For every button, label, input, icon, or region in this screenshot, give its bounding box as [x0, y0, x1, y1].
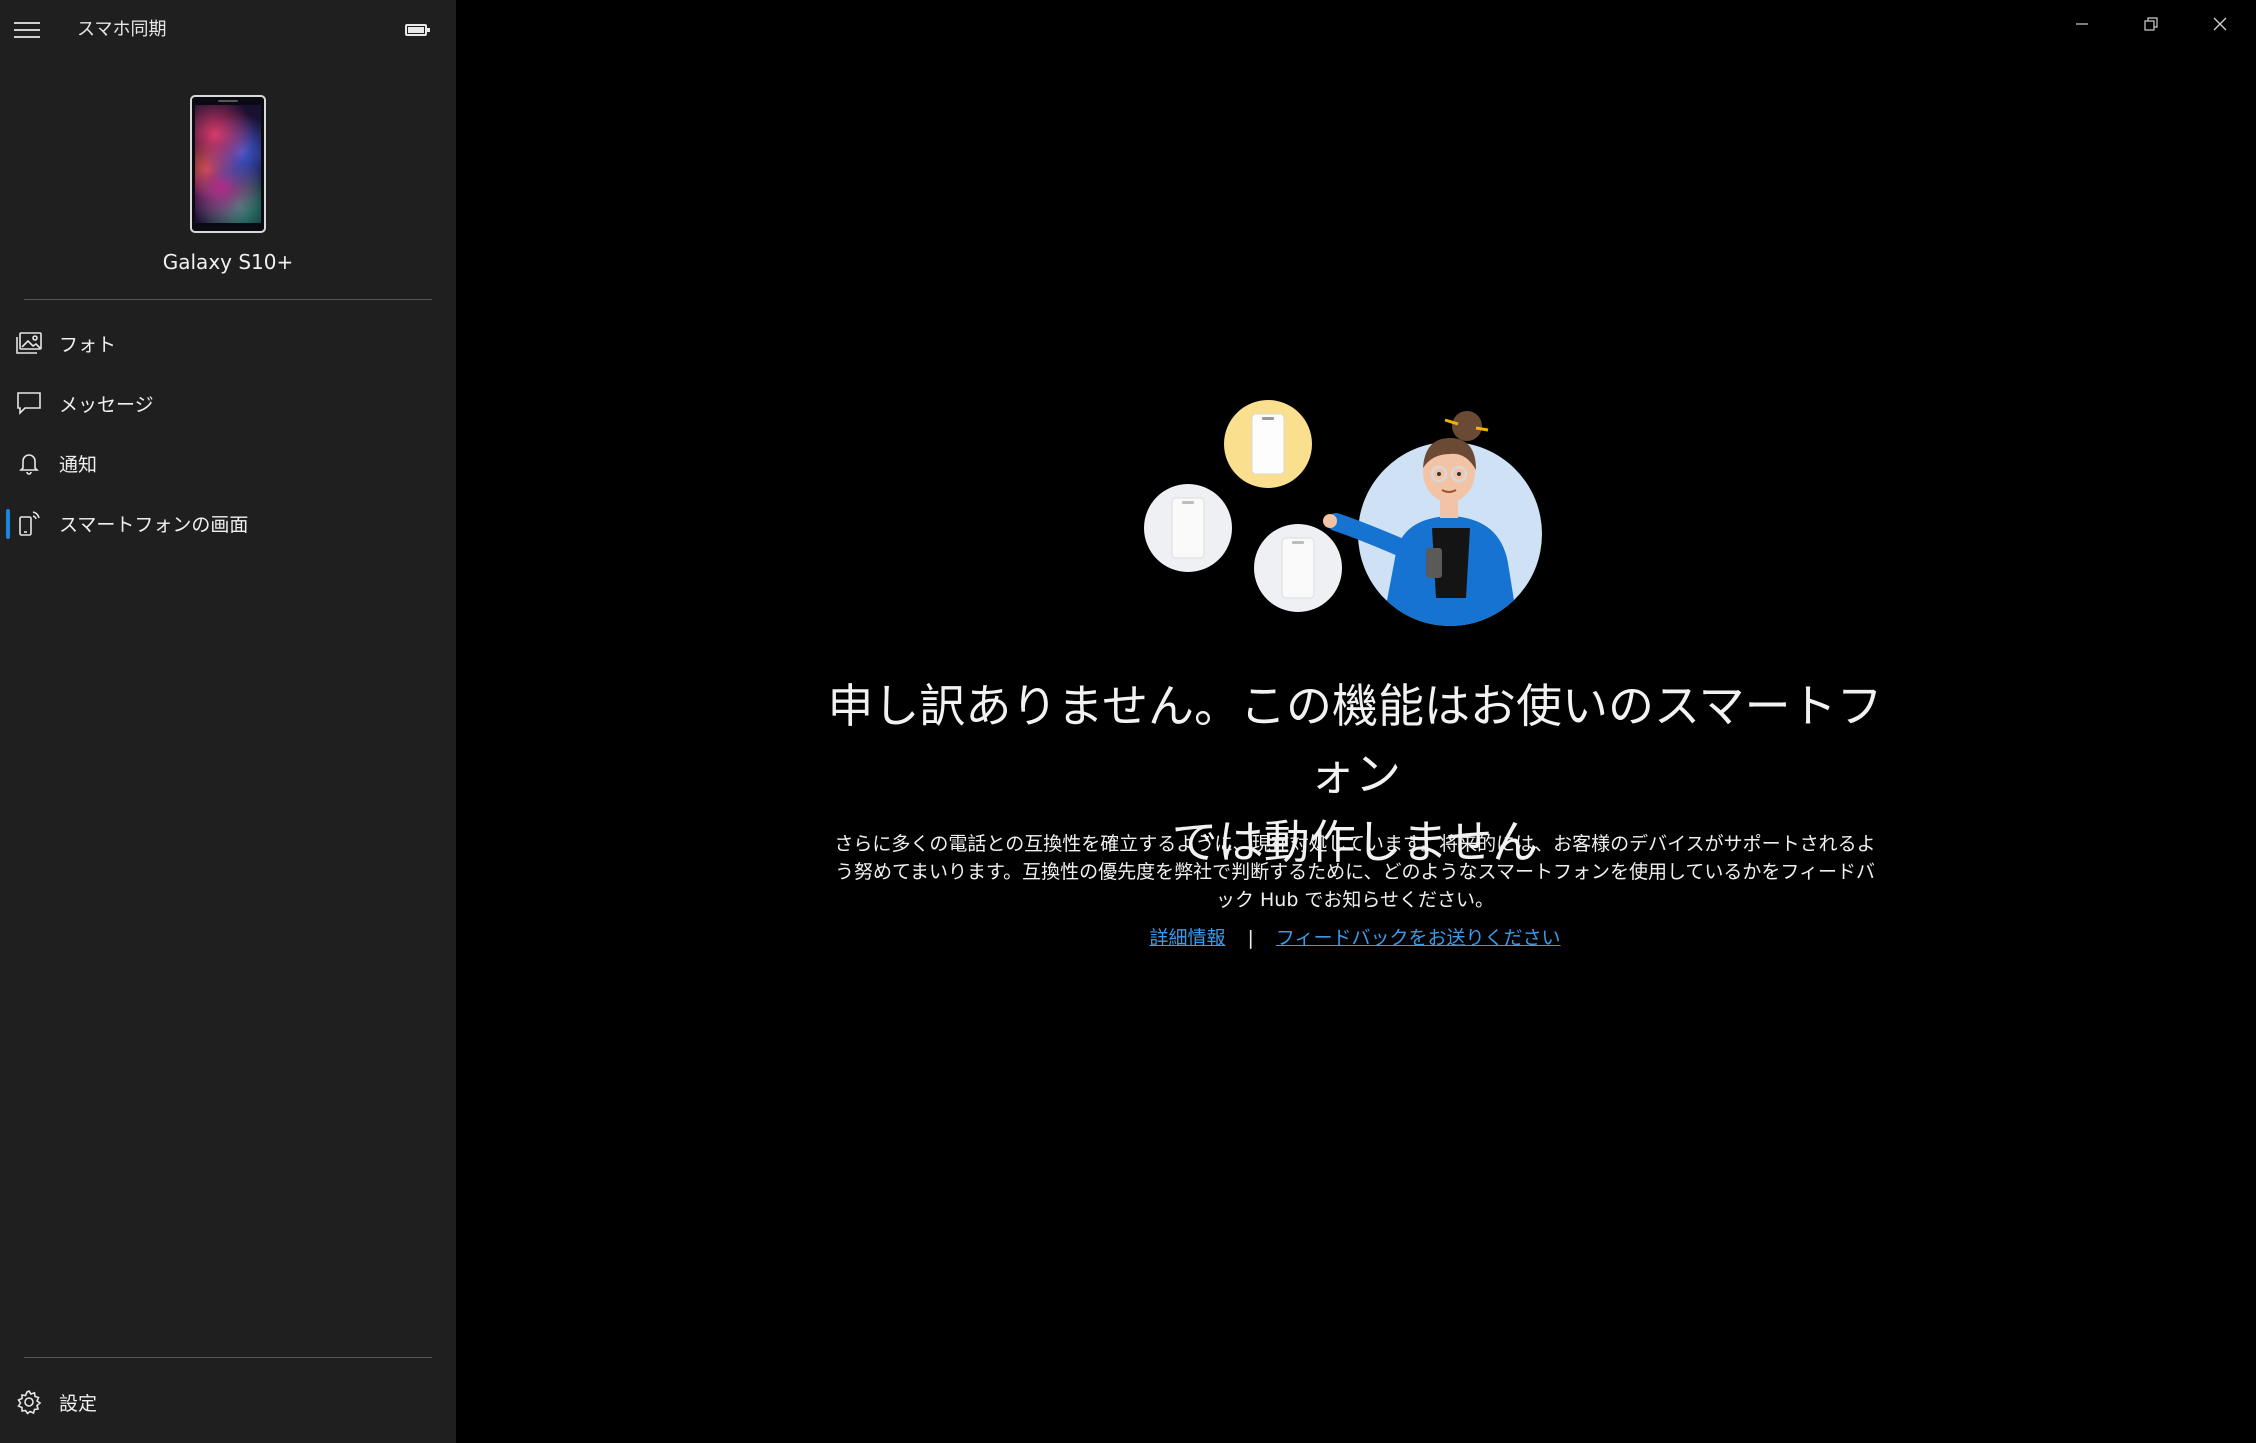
message-icon [16, 390, 42, 416]
close-icon [2213, 17, 2227, 31]
sidebar-item-notifications[interactable]: 通知 [0, 437, 456, 489]
minimize-icon [2076, 23, 2088, 25]
hamburger-menu-icon[interactable] [14, 16, 46, 44]
close-button[interactable] [2186, 0, 2254, 48]
sidebar: スマホ同期 Galaxy S10+ フォト メッセージ 通知 スマートフォンの画… [0, 0, 456, 1443]
sidebar-item-label: メッセージ [59, 393, 154, 416]
restore-icon [2144, 17, 2158, 31]
photo-icon [16, 330, 42, 356]
help-links: 詳細情報 | フィードバックをお送りください [828, 922, 1882, 954]
app-window: スマホ同期 Galaxy S10+ フォト メッセージ 通知 スマートフォンの画… [0, 0, 2256, 1443]
sidebar-item-photos[interactable]: フォト [0, 317, 456, 369]
gear-icon [16, 1389, 42, 1415]
sidebar-item-phone-screen[interactable]: スマートフォンの画面 [0, 497, 456, 549]
error-description: さらに多くの電話との互換性を確立するように、現在対処しています。将来的には、お客… [834, 833, 1876, 911]
person-with-phones-illustration [1144, 400, 1542, 626]
send-feedback-link[interactable]: フィードバックをお送りください [1276, 927, 1561, 949]
battery-icon [405, 24, 430, 36]
sidebar-item-label: 通知 [59, 453, 98, 476]
sidebar-item-label: スマートフォンの画面 [59, 513, 249, 536]
settings-label: 設定 [59, 1392, 98, 1415]
restore-button[interactable] [2117, 0, 2185, 48]
link-separator: | [1247, 927, 1254, 949]
device-name: Galaxy S10+ [162, 250, 294, 274]
error-headline-line1: 申し訳ありません。この機能はお使いのスマートフォン [827, 679, 1883, 801]
minimize-button[interactable] [2048, 0, 2116, 48]
settings-button[interactable]: 設定 [0, 1376, 456, 1428]
sidebar-divider-top [24, 299, 432, 300]
phone-screen-icon [16, 510, 42, 536]
sidebar-item-label: フォト [59, 333, 117, 356]
details-link[interactable]: 詳細情報 [1149, 927, 1225, 949]
sidebar-divider-bottom [24, 1357, 432, 1358]
app-title: スマホ同期 [77, 19, 167, 40]
bell-icon [16, 450, 42, 476]
sidebar-item-messages[interactable]: メッセージ [0, 377, 456, 429]
device-phone-image [190, 95, 266, 233]
